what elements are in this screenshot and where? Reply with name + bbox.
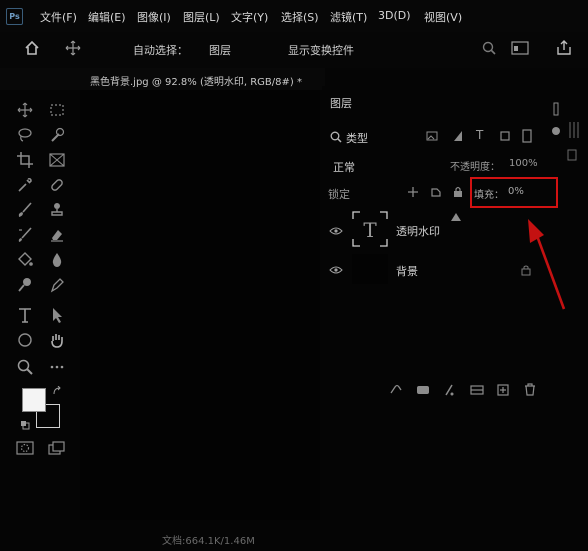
clone-stamp-tool-icon[interactable] — [48, 201, 66, 219]
layer-name-text[interactable]: 透明水印 — [396, 223, 440, 239]
menu-type[interactable]: 文字(Y) — [231, 9, 268, 25]
share-icon[interactable] — [556, 40, 572, 59]
crop-tool-icon[interactable] — [16, 151, 34, 169]
blur-tool-icon[interactable] — [48, 251, 66, 269]
layers-panel-title[interactable]: 图层 — [330, 95, 352, 111]
screen-mode-icon[interactable] — [48, 441, 66, 455]
link-layers-icon[interactable] — [389, 384, 403, 399]
move-tool-icon[interactable] — [16, 101, 34, 119]
menu-3d[interactable]: 3D(D) — [378, 9, 411, 22]
filter-shape-icon[interactable] — [499, 130, 511, 145]
shape-tool-icon[interactable] — [16, 331, 34, 349]
hand-tool-icon[interactable] — [48, 331, 66, 349]
dodge-tool-icon[interactable] — [16, 276, 34, 294]
eraser-tool-icon[interactable] — [48, 226, 66, 244]
menu-layer[interactable]: 图层(L) — [183, 9, 220, 25]
photoshop-logo[interactable]: Ps — [6, 8, 23, 25]
toolbox — [12, 98, 74, 458]
panel-color-icon[interactable] — [551, 126, 561, 139]
layer-style-icon[interactable] — [416, 384, 430, 399]
home-icon[interactable] — [24, 40, 40, 59]
frame-tool-icon[interactable] — [48, 151, 66, 169]
opacity-label: 不透明度： — [450, 162, 500, 173]
workspace-icon[interactable] — [511, 41, 529, 58]
layer-filter-kind[interactable]: 类型 — [346, 130, 368, 146]
panel-adjustments-icon[interactable] — [566, 148, 578, 165]
history-brush-tool-icon[interactable] — [16, 226, 34, 244]
marquee-tool-icon[interactable] — [48, 101, 66, 119]
menu-filter[interactable]: 滤镜(T) — [330, 9, 367, 25]
type-tool-icon[interactable] — [16, 306, 34, 324]
canvas[interactable] — [80, 90, 320, 520]
fx-indicator-icon — [450, 212, 462, 225]
menu-view[interactable]: 视图(V) — [424, 9, 462, 25]
quick-select-tool-icon[interactable] — [48, 126, 66, 144]
new-layer-icon[interactable] — [497, 384, 509, 399]
layer-visibility-eye-icon[interactable] — [329, 226, 343, 239]
foreground-color-swatch[interactable] — [22, 388, 46, 412]
lock-all-icon[interactable] — [452, 185, 464, 201]
more-tools-icon[interactable] — [48, 358, 66, 376]
lock-artboard-icon[interactable] — [430, 186, 442, 201]
pen-tool-icon[interactable] — [48, 276, 66, 294]
layer-visibility-eye-icon[interactable] — [329, 265, 343, 278]
auto-select-label: 自动选择： — [133, 44, 188, 57]
background-layer-thumbnail[interactable] — [352, 254, 388, 284]
lock-label: 锁定 — [328, 188, 350, 201]
fill-highlight-box — [470, 177, 558, 208]
opacity-value[interactable]: 100% — [509, 158, 538, 169]
filter-adjustment-icon[interactable] — [452, 130, 464, 145]
spot-healing-tool-icon[interactable] — [48, 176, 66, 194]
menu-select[interactable]: 选择(S) — [281, 9, 319, 25]
filter-type-icon[interactable]: T — [476, 128, 483, 142]
default-colors-icon[interactable] — [20, 420, 30, 430]
svg-text:T: T — [363, 218, 377, 242]
blend-mode-dropdown[interactable]: 正常 — [333, 159, 355, 175]
delete-layer-icon[interactable] — [524, 383, 536, 399]
panel-properties-icon[interactable] — [568, 120, 580, 143]
zoom-tool-icon[interactable] — [16, 358, 34, 376]
menu-edit[interactable]: 编辑(E) — [88, 9, 126, 25]
filter-search-icon — [330, 131, 342, 146]
paint-bucket-tool-icon[interactable] — [16, 251, 34, 269]
menu-file[interactable]: 文件(F) — [40, 9, 77, 25]
adjustment-layer-icon[interactable] — [470, 384, 484, 399]
document-size-status: 文档:664.1K/1.46M — [162, 536, 255, 547]
annotation-arrow — [528, 219, 566, 310]
filter-smart-object-icon[interactable] — [521, 129, 533, 146]
menu-image[interactable]: 图像(I) — [137, 9, 171, 25]
document-tab-title[interactable]: 黑色背景.jpg @ 92.8% (透明水印, RGB/8#) * — [90, 73, 302, 88]
lock-position-icon[interactable] — [407, 186, 419, 201]
show-transform-controls-checkbox[interactable]: 显示变换控件 — [288, 42, 354, 58]
panel-history-icon[interactable] — [551, 102, 561, 119]
layer-mask-icon[interactable] — [443, 384, 455, 399]
brush-tool-icon[interactable] — [16, 201, 34, 219]
layer-name-background[interactable]: 背景 — [396, 263, 418, 279]
swap-colors-icon[interactable] — [52, 385, 62, 396]
auto-select-dropdown[interactable]: 图层 — [209, 42, 231, 58]
text-layer-thumbnail[interactable]: T — [352, 211, 388, 247]
path-selection-tool-icon[interactable] — [48, 306, 66, 324]
lasso-tool-icon[interactable] — [16, 126, 34, 144]
move-tool-option-icon[interactable] — [65, 40, 81, 59]
eyedropper-tool-icon[interactable] — [16, 176, 34, 194]
filter-pixel-icon[interactable] — [426, 130, 438, 145]
quick-mask-icon[interactable] — [16, 441, 34, 455]
search-icon[interactable] — [482, 41, 496, 58]
